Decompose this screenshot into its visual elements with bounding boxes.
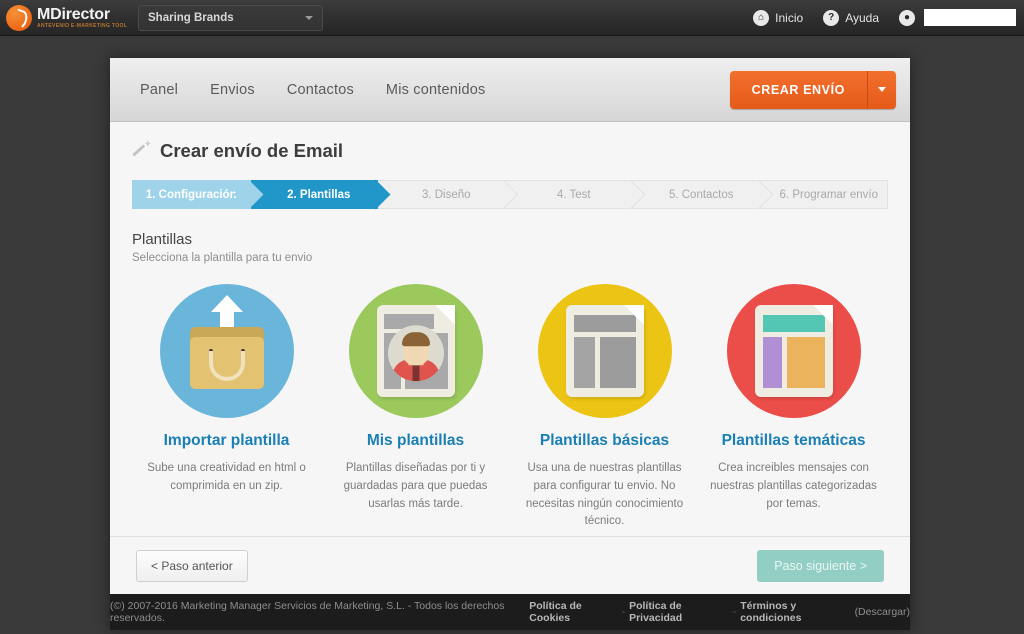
create-envio-button-group: CREAR ENVÍO (729, 70, 896, 109)
document-avatar-icon (348, 284, 483, 418)
wizard-step-4-test[interactable]: 4. Test (505, 179, 646, 210)
user-menu[interactable]: ● (899, 9, 1016, 26)
chevron-down-icon (878, 87, 886, 92)
next-step-button[interactable]: Paso siguiente > (757, 549, 884, 582)
card-description: Crea increibles mensajes con nuestras pl… (710, 462, 877, 510)
card-title: Importar plantilla (163, 432, 290, 449)
previous-step-button[interactable]: < Paso anterior (136, 549, 248, 582)
card-title: Plantillas temáticas (721, 432, 866, 449)
document-icon (565, 305, 644, 397)
brand-tagline: ANTEVENIO E-MARKETING TOOL (37, 22, 128, 29)
create-envio-button[interactable]: CREAR ENVÍO (729, 70, 868, 109)
privacy-policy-link[interactable]: Política de Privacidad (629, 600, 729, 624)
cookies-policy-link[interactable]: Política de Cookies (529, 600, 617, 624)
app-navigation-bar: Panel Envios Contactos Mis contenidos CR… (110, 58, 910, 122)
import-bag-upload-icon (159, 284, 294, 418)
wizard-step-6-programar-envio[interactable]: 6. Programar envío (760, 180, 888, 209)
download-label: (Descargar) (854, 606, 910, 618)
magic-wand-icon (132, 139, 152, 161)
account-selector-value: Sharing Brands (148, 11, 234, 24)
user-icon: ● (899, 9, 915, 26)
global-topbar: MDirector ANTEVENIO E-MARKETING TOOL Sha… (0, 0, 1024, 36)
document-gray-layout-icon (537, 284, 672, 418)
nav-item-envios[interactable]: Envios (194, 82, 271, 98)
app-window: Panel Envios Contactos Mis contenidos CR… (110, 58, 910, 630)
card-title: Mis plantillas (366, 432, 465, 449)
template-card-mis-plantillas[interactable]: Mis plantillas Plantillas diseñadas por … (321, 284, 510, 531)
nav-item-mis-contenidos[interactable]: Mis contenidos (370, 82, 502, 98)
footer-separator: - (732, 606, 737, 618)
wizard-step-label: 1. Configuración (145, 188, 237, 201)
document-color-layout-icon (726, 284, 861, 418)
wizard-step-1-configuracion[interactable]: 1. Configuración (132, 179, 263, 210)
question-icon: ? (823, 9, 840, 26)
help-link[interactable]: ? Ayuda (823, 9, 879, 26)
user-name-redacted (924, 9, 1016, 26)
wizard-step-label: 5. Contactos (668, 188, 734, 201)
card-description: Plantillas diseñadas por ti y guardadas … (343, 462, 488, 510)
brand-logo[interactable]: MDirector ANTEVENIO E-MARKETING TOOL (6, 4, 128, 31)
app-content: Crear envío de Email 1. Configuración 2.… (110, 122, 910, 536)
wizard-step-label: 2. Plantillas (287, 188, 351, 201)
card-description: Usa una de nuestras plantillas para conf… (525, 462, 684, 528)
template-card-importar-plantilla[interactable]: Importar plantilla Sube una creatividad … (132, 284, 321, 531)
site-footer: (©) 2007-2016 Marketing Manager Servicio… (110, 594, 910, 630)
nav-item-contactos[interactable]: Contactos (271, 82, 370, 98)
bag-icon (189, 295, 264, 389)
terms-conditions-link[interactable]: Términos y condiciones (740, 600, 850, 624)
card-title: Plantillas básicas (539, 432, 670, 449)
section-subtitle: Selecciona la plantilla para tu envio (132, 252, 313, 264)
footer-separator: - (621, 606, 626, 618)
wizard-step-5-contactos[interactable]: 5. Contactos (633, 179, 773, 210)
brand-name: MDirector (37, 5, 110, 23)
copyright-text: (©) 2007-2016 Marketing Manager Servicio… (110, 600, 505, 624)
wizard-step-3-diseno[interactable]: 3. Diseño (378, 179, 518, 210)
page-title-text: Crear envío de Email (160, 140, 344, 161)
avatar-icon (387, 325, 444, 382)
section-title: Plantillas (132, 231, 193, 248)
nav-item-panel[interactable]: Panel (124, 82, 194, 98)
wizard-step-label: 6. Programar envío (779, 188, 878, 201)
create-envio-dropdown-button[interactable] (868, 70, 896, 109)
account-selector[interactable]: Sharing Brands (138, 4, 323, 31)
wizard-footer: < Paso anterior Paso siguiente > (110, 536, 910, 594)
topbar-links: ⌂ Inicio ? Ayuda ● (733, 9, 1016, 26)
wizard-step-label: 4. Test (556, 188, 591, 201)
card-description: Sube una creatividad en html o comprimid… (147, 462, 306, 492)
document-icon (754, 305, 833, 397)
help-link-label: Ayuda (845, 10, 879, 25)
template-option-cards: Importar plantilla Sube una creatividad … (132, 284, 888, 531)
wizard-step-2-plantillas[interactable]: 2. Plantillas (250, 179, 391, 210)
chevron-down-icon (305, 15, 313, 20)
wizard-steps: 1. Configuración 2. Plantillas 3. Diseño… (132, 179, 888, 210)
home-link[interactable]: ⌂ Inicio (753, 9, 804, 26)
home-icon: ⌂ (753, 9, 770, 26)
template-card-plantillas-basicas[interactable]: Plantillas básicas Usa una de nuestras p… (510, 284, 699, 531)
page-title: Crear envío de Email (132, 139, 888, 162)
document-icon (376, 305, 455, 397)
template-card-plantillas-tematicas[interactable]: Plantillas temáticas Crea increibles men… (699, 284, 888, 531)
mdirector-logo-icon (6, 4, 32, 31)
wizard-step-label: 3. Diseño (421, 188, 471, 201)
home-link-label: Inicio (775, 10, 804, 25)
